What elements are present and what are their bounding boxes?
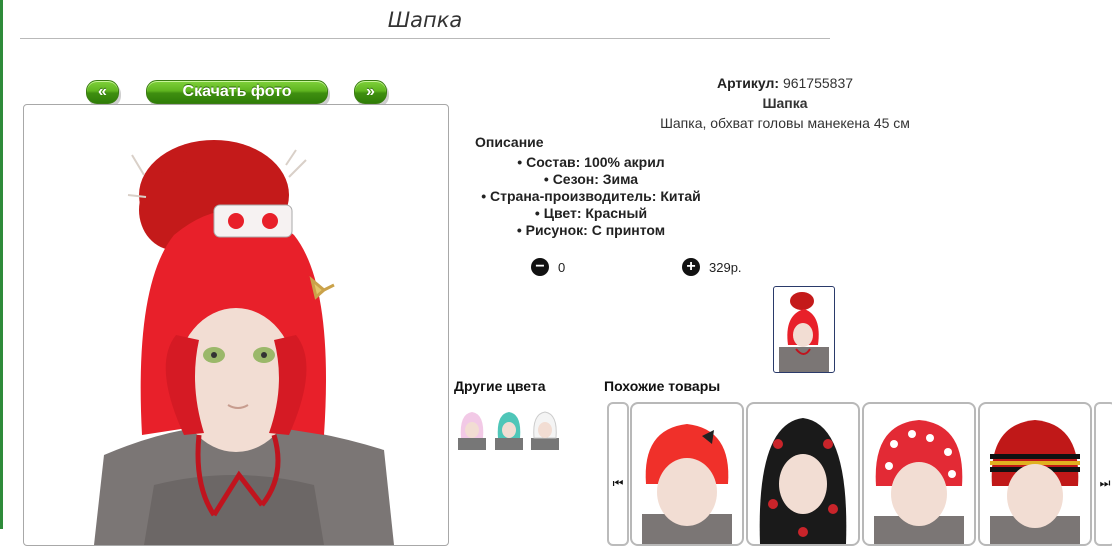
spec-list: Состав: 100% акрил Сезон: Зима Страна-пр… — [456, 154, 726, 239]
similar-product-card[interactable] — [630, 402, 744, 546]
add-to-cart-plus-button[interactable]: + — [682, 258, 700, 276]
article-value: 961755837 — [782, 75, 854, 91]
color-option-turquoise[interactable] — [493, 404, 525, 450]
article-line: Артикул: 961755837 — [640, 75, 930, 91]
balaclava-black-mickey-icon — [759, 418, 847, 544]
prev-photo-button[interactable]: « — [86, 80, 119, 104]
spec-item-pattern: Рисунок: С принтом — [456, 222, 726, 239]
similar-products-title: Похожие товары — [604, 378, 721, 394]
thumbnail-image — [779, 292, 829, 372]
spec-item-color: Цвет: Красный — [456, 205, 726, 222]
decrease-quantity-button[interactable]: − — [531, 258, 549, 276]
product-short-description: Шапка, обхват головы манекена 45 см — [660, 115, 910, 131]
other-colors-title: Другие цвета — [454, 378, 546, 394]
hat-pink-icon — [458, 412, 486, 450]
title-divider — [20, 38, 830, 39]
left-accent-border — [0, 0, 3, 529]
product-photo-image — [94, 140, 394, 545]
carousel-next-button[interactable]: ⏭ — [1094, 402, 1112, 546]
article-label: Артикул: — [716, 75, 780, 91]
quantity-value: 0 — [558, 260, 566, 275]
photo-thumbnail[interactable] — [773, 286, 835, 373]
similar-product-card[interactable] — [862, 402, 976, 546]
product-photo — [23, 104, 449, 546]
color-option-white[interactable] — [529, 404, 561, 450]
spec-item-season: Сезон: Зима — [456, 171, 726, 188]
spec-item-composition: Состав: 100% акрил — [456, 154, 726, 171]
similar-product-card[interactable] — [978, 402, 1092, 546]
arrow-left-icon: ⏮ — [612, 476, 624, 490]
price: 329р. — [709, 260, 742, 275]
hat-red-bow-icon — [642, 424, 732, 544]
hat-white-icon — [531, 411, 559, 450]
hat-striped-icon — [990, 420, 1080, 544]
page-title: Шапка — [387, 8, 463, 32]
spec-item-country: Страна-производитель: Китай — [456, 188, 726, 205]
download-photo-button[interactable]: Скачать фото — [146, 80, 328, 104]
description-title: Описание — [475, 134, 544, 150]
hat-turquoise-icon — [495, 412, 523, 450]
arrow-right-icon: ⏭ — [1099, 476, 1111, 490]
product-name: Шапка — [762, 95, 808, 111]
color-option-pink[interactable] — [456, 404, 488, 450]
similar-product-card[interactable] — [746, 402, 860, 546]
next-photo-button[interactable]: » — [354, 80, 387, 104]
hat-red-polka-icon — [874, 420, 964, 544]
carousel-prev-button[interactable]: ⏮ — [607, 402, 629, 546]
